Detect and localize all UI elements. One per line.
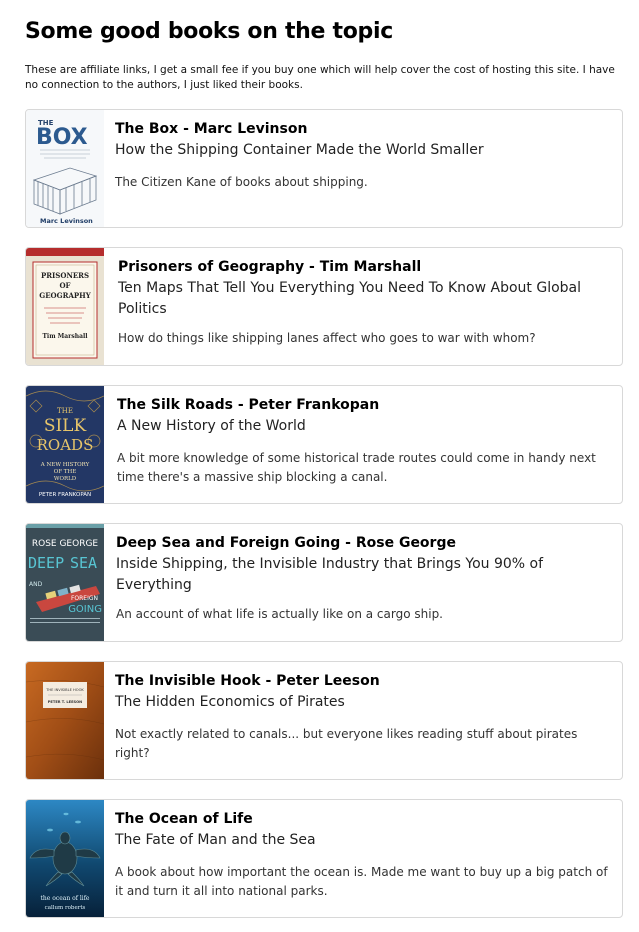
book-cover-image[interactable]: THE SILK ROADS A NEW HISTORY OF THE WORL…	[26, 386, 104, 503]
cover-text: PETER T. LEESON	[48, 700, 82, 704]
book-title[interactable]: Deep Sea and Foreign Going - Rose George	[116, 534, 612, 553]
book-subtitle: Ten Maps That Tell You Everything You Ne…	[118, 280, 582, 317]
cover-text: GEOGRAPHY	[39, 291, 92, 300]
book-title[interactable]: The Ocean of Life	[115, 810, 612, 829]
cover-text: THE	[57, 407, 73, 415]
book-card[interactable]: THE BOX Marc Levinson The Box - Marc Lev…	[25, 109, 623, 228]
cover-text: AND	[29, 581, 43, 588]
book-card[interactable]: ROSE GEORGE DEEP SEA AND FOREIGN GOING D…	[25, 523, 623, 642]
cover-text: DEEP	[28, 554, 64, 572]
book-subtitle: The Hidden Economics of Pirates	[115, 694, 345, 710]
cover-text: PRISONERS	[41, 271, 89, 280]
cover-text: SILK	[44, 416, 87, 436]
book-details: Deep Sea and Foreign Going - Rose George…	[116, 534, 612, 624]
book-subtitle: Inside Shipping, the Invisible Industry …	[116, 556, 544, 593]
cover-text: PETER FRANKOPAN	[39, 492, 91, 498]
book-cover-image[interactable]: PRISONERS OF GEOGRAPHY Tim Marshall	[26, 248, 104, 365]
book-title[interactable]: The Silk Roads - Peter Frankopan	[117, 396, 612, 415]
cover-text: OF	[59, 281, 70, 290]
cover-text: Tim Marshall	[42, 333, 88, 340]
section-heading: Some good books on the topic	[25, 19, 393, 44]
book-details: Prisoners of Geography - Tim Marshall Te…	[118, 258, 612, 348]
affiliate-notice: These are affiliate links, I get a small…	[25, 64, 615, 91]
book-card[interactable]: PRISONERS OF GEOGRAPHY Tim Marshall Pris…	[25, 247, 623, 366]
book-card[interactable]: THE INVISIBLE HOOK PETER T. LEESON The I…	[25, 661, 623, 780]
cover-text: callum roberts	[45, 905, 86, 911]
book-card[interactable]: the ocean of life callum roberts The Oce…	[25, 799, 623, 918]
book-cover-image[interactable]: THE BOX Marc Levinson	[26, 110, 104, 227]
book-details: The Ocean of Life The Fate of Man and th…	[115, 810, 612, 901]
cover-text: the ocean of life	[41, 895, 90, 902]
book-title[interactable]: The Invisible Hook - Peter Leeson	[115, 672, 612, 691]
cover-text: BOX	[36, 125, 88, 150]
cover-text: A NEW HISTORY	[40, 462, 90, 468]
cover-text: SEA	[70, 554, 97, 572]
book-details: The Invisible Hook - Peter Leeson The Hi…	[115, 672, 612, 763]
cover-text: OF THE	[54, 469, 77, 475]
book-subtitle: A New History of the World	[117, 418, 306, 434]
cover-text: THE INVISIBLE HOOK	[45, 688, 84, 692]
book-cover-image[interactable]: the ocean of life callum roberts	[26, 800, 104, 917]
book-subtitle: How the Shipping Container Made the Worl…	[115, 142, 484, 158]
cover-text: ROSE GEORGE	[32, 539, 99, 549]
book-description: Not exactly related to canals... but eve…	[115, 727, 578, 760]
cover-text: ROADS	[37, 436, 94, 454]
book-description: The Citizen Kane of books about shipping…	[115, 175, 368, 189]
book-description: A book about how important the ocean is.…	[115, 865, 608, 898]
book-details: The Silk Roads - Peter Frankopan A New H…	[117, 396, 612, 487]
cover-text: GOING	[68, 604, 102, 615]
book-title[interactable]: Prisoners of Geography - Tim Marshall	[118, 258, 612, 277]
book-details: The Box - Marc Levinson How the Shipping…	[115, 120, 612, 192]
book-subtitle: The Fate of Man and the Sea	[115, 832, 316, 848]
book-card[interactable]: THE SILK ROADS A NEW HISTORY OF THE WORL…	[25, 385, 623, 504]
book-description: How do things like shipping lanes affect…	[118, 331, 536, 345]
cover-text: WORLD	[54, 476, 77, 482]
book-description: A bit more knowledge of some historical …	[117, 451, 596, 484]
book-description: An account of what life is actually like…	[116, 607, 443, 621]
book-cover-image[interactable]: THE INVISIBLE HOOK PETER T. LEESON	[26, 662, 104, 779]
cover-text: FOREIGN	[71, 595, 98, 602]
book-cover-image[interactable]: ROSE GEORGE DEEP SEA AND FOREIGN GOING	[26, 524, 104, 641]
book-title[interactable]: The Box - Marc Levinson	[115, 120, 612, 139]
cover-text: Marc Levinson	[40, 217, 93, 225]
